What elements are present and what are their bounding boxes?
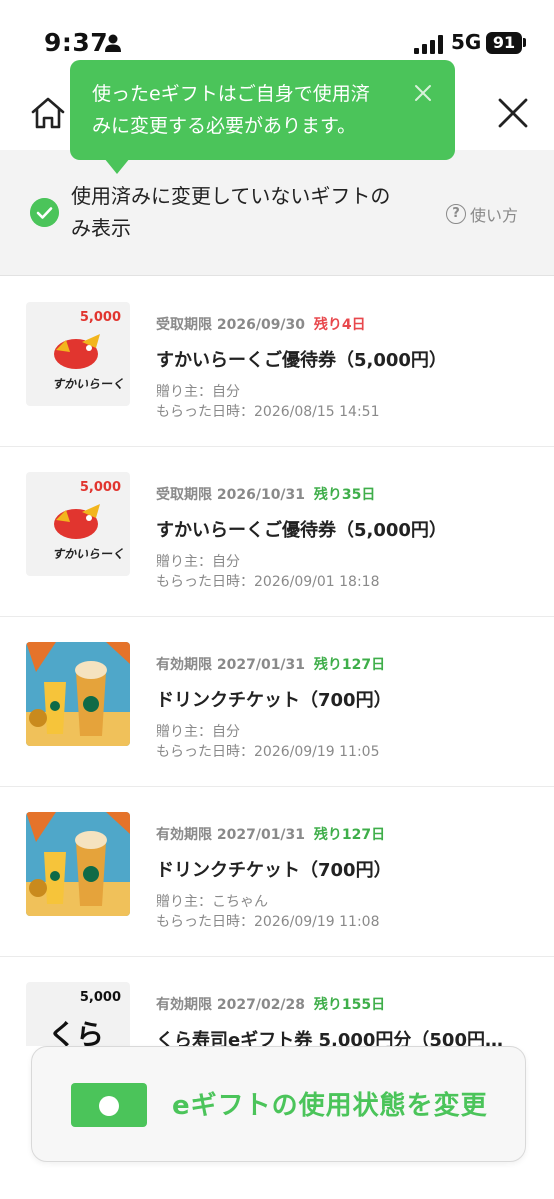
battery-tip [523,38,526,47]
gift-item[interactable]: 5,000 すかいらーく 受取期限 2026/09/30 残り4日 すかいらーく… [0,277,554,447]
gift-item[interactable]: 有効期限 2027/01/31 残り127日 ドリンクチケット（700円） 贈り… [0,787,554,957]
gift-sender: 贈り主：自分 [156,384,240,400]
deadline-date: 2027/01/31 [216,657,306,673]
gift-info: 受取期限 2026/09/30 残り4日 すかいらーくご優待券（5,000円） … [156,314,536,422]
gift-title: ドリンクチケット（700円） [156,860,392,881]
filter-label[interactable]: 使用済みに変更していないギフトの み表示 [71,180,441,244]
deadline-date: 2026/10/31 [216,487,306,503]
gift-title: すかいらーくご優待券（5,000円） [156,350,447,371]
help-label: 使い方 [470,206,519,225]
action-label: eギフトの使用状態を変更 [172,1091,488,1121]
home-icon[interactable] [30,96,66,130]
deadline-row: 有効期限 2027/02/28 残り155日 [156,994,536,1014]
gift-meta: 贈り主：こちゃん もらった日時：2026/09/19 11:08 [156,892,536,932]
close-icon[interactable] [496,96,530,130]
deadline-date: 2027/02/28 [216,997,306,1013]
gift-list: 5,000 すかいらーく 受取期限 2026/09/30 残り4日 すかいらーく… [0,277,554,1127]
tooltip-close-icon[interactable] [414,84,432,102]
drink-image-icon [26,642,130,746]
gift-title: ドリンクチケット（700円） [156,690,392,711]
gift-info: 受取期限 2026/10/31 残り35日 すかいらーくご優待券（5,000円）… [156,484,536,592]
battery-icon: 91 [486,32,522,54]
gift-item[interactable]: 5,000 すかいらーく 受取期限 2026/10/31 残り35日 すかいらー… [0,447,554,617]
gift-sender: 贈り主：こちゃん [156,894,268,910]
person-icon [105,34,121,52]
change-usage-status-button[interactable]: eギフトの使用状態を変更 [31,1046,526,1162]
gift-sender: 贈り主：自分 [156,554,240,570]
signal-icon [414,34,444,54]
status-time: 9:37 [44,28,109,57]
gift-meta: 贈り主：自分 もらった日時：2026/09/01 18:18 [156,552,536,592]
gift-sender: 贈り主：自分 [156,724,240,740]
deadline-label: 受取期限 [156,317,212,333]
deadline-row: 有効期限 2027/01/31 残り127日 [156,654,536,674]
gift-received: もらった日時：2026/08/15 14:51 [156,404,380,420]
tooltip-arrow [104,158,130,174]
tooltip-line2: みに変更する必要があります。 [92,115,357,137]
deadline-row: 有効期限 2027/01/31 残り127日 [156,824,536,844]
deadline-row: 受取期限 2026/10/31 残り35日 [156,484,536,504]
ticket-icon [71,1083,147,1127]
gift-thumbnail [26,642,130,746]
tooltip-line1: 使ったeギフトはご自身で使用済 [92,83,370,105]
deadline-label: 受取期限 [156,487,212,503]
deadline-label: 有効期限 [156,997,212,1013]
remaining-days: 残り127日 [313,827,386,843]
remaining-days: 残り35日 [313,487,376,503]
skylark-logo-icon: すかいらーく [52,504,124,561]
gift-info: 有効期限 2027/01/31 残り127日 ドリンクチケット（700円） 贈り… [156,824,536,932]
gift-thumbnail [26,812,130,916]
svg-text:すかいらーく: すかいらーく [52,377,124,391]
svg-text:すかいらーく: すかいらーく [52,547,124,561]
ticket-dot [99,1096,119,1116]
gift-received: もらった日時：2026/09/01 18:18 [156,574,380,590]
remaining-days: 残り155日 [313,997,386,1013]
gift-received: もらった日時：2026/09/19 11:08 [156,914,380,930]
check-circle-icon[interactable] [30,198,59,227]
gift-item[interactable]: 有効期限 2027/01/31 残り127日 ドリンクチケット（700円） 贈り… [0,617,554,787]
deadline-label: 有効期限 [156,657,212,673]
help-link[interactable]: ? 使い方 [446,202,518,226]
deadline-row: 受取期限 2026/09/30 残り4日 [156,314,536,334]
skylark-logo-icon: すかいらーく [52,334,124,391]
gift-info: 有効期限 2027/02/28 残り155日 くら寿司eギフト券 5,000円分… [156,994,536,1052]
filter-label-line1: 使用済みに変更していないギフトの [71,184,391,208]
deadline-label: 有効期限 [156,827,212,843]
filter-label-line2: み表示 [71,216,131,240]
gift-meta: 贈り主：自分 もらった日時：2026/08/15 14:51 [156,382,536,422]
gift-received: もらった日時：2026/09/19 11:05 [156,744,380,760]
filter-bar: 使用済みに変更していないギフトの み表示 ? 使い方 [0,150,554,276]
gift-info: 有効期限 2027/01/31 残り127日 ドリンクチケット（700円） 贈り… [156,654,536,762]
question-icon: ? [446,204,466,224]
remaining-days: 残り127日 [313,657,386,673]
gift-meta: 贈り主：自分 もらった日時：2026/09/19 11:05 [156,722,536,762]
drink-image-icon [26,812,130,916]
gift-thumbnail: 5,000 すかいらーく [26,472,130,576]
deadline-date: 2027/01/31 [216,827,306,843]
network-label: 5G [451,30,482,54]
deadline-date: 2026/09/30 [216,317,306,333]
remaining-days: 残り4日 [313,317,366,333]
gift-thumbnail: 5,000 すかいらーく [26,302,130,406]
gift-title: すかいらーくご優待券（5,000円） [156,520,447,541]
tooltip: 使ったeギフトはご自身で使用済 みに変更する必要があります。 [70,60,455,160]
